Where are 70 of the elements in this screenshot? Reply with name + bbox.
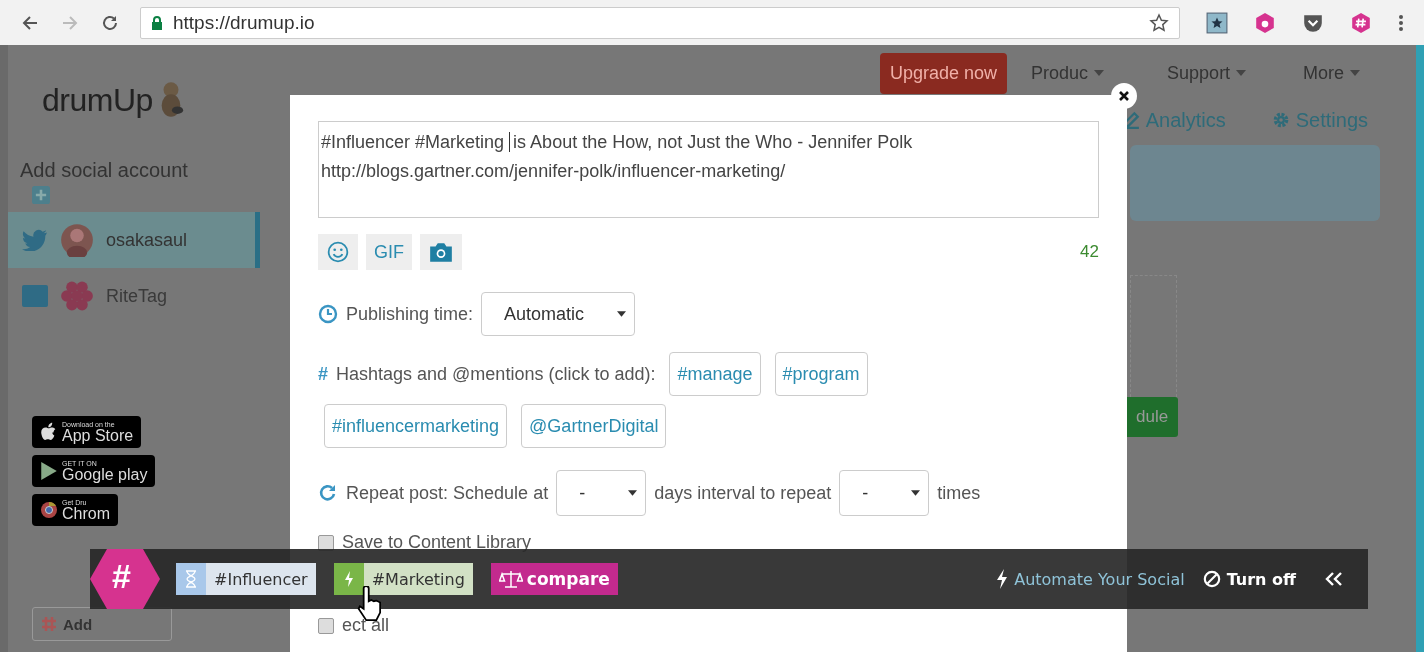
caret-icon	[1350, 70, 1361, 76]
star-icon[interactable]	[1149, 12, 1169, 33]
hashtags-label: Hashtags and @mentions (click to add):	[336, 363, 656, 385]
hashtag-icon: #	[318, 363, 328, 385]
smiley-icon	[327, 241, 349, 263]
repeat-post-label: Repeat post: Schedule at	[346, 482, 549, 504]
caret-icon	[911, 490, 921, 496]
clock-icon	[318, 304, 338, 324]
url-text: https://drumup.io	[173, 11, 316, 34]
logo-hash: #	[112, 557, 131, 596]
select-all-label: ect all	[342, 615, 390, 636]
hashtag-extension-icon[interactable]	[1350, 11, 1372, 34]
character-count: 42	[1080, 242, 1099, 262]
checkbox[interactable]	[318, 617, 334, 634]
post-text-field[interactable]: #Influencer #Marketing is About the How, not Just the Who - Jennifer Polk http://blogs.gartner.com/jennifer-polk/influencer-marketing/	[318, 121, 1099, 218]
lock-icon	[151, 15, 163, 30]
flower-avatar	[60, 279, 94, 313]
interval-label: days interval to repeat	[654, 482, 832, 504]
times-label: times	[937, 482, 981, 504]
hexagon-extension-icon[interactable]	[1254, 11, 1276, 34]
checkbox[interactable]	[318, 534, 334, 551]
block-icon	[1202, 570, 1221, 588]
refresh-icon	[318, 483, 338, 503]
hashtag-chip[interactable]: #Influencer	[176, 563, 316, 595]
hourglass-icon	[185, 570, 197, 588]
hashtag-chip[interactable]: #manage	[669, 352, 761, 396]
interval-select[interactable]: -	[556, 470, 647, 516]
chrome-icon	[40, 500, 58, 520]
lightning-icon	[996, 569, 1009, 589]
collapse-icon[interactable]	[1324, 571, 1344, 587]
hashtag-chip[interactable]: #Marketing	[333, 563, 473, 595]
publishing-time-label: Publishing time:	[346, 303, 474, 325]
nav-menu[interactable]: More	[1303, 62, 1361, 84]
caret-icon	[628, 490, 638, 496]
address-bar[interactable]: https://drumup.io	[140, 6, 1180, 39]
nav-menu[interactable]: Support	[1167, 62, 1304, 84]
logo[interactable]: drumUp	[42, 82, 153, 119]
scales-icon	[498, 570, 523, 588]
apple-icon	[40, 422, 58, 442]
camera-button[interactable]	[420, 234, 462, 270]
upgrade-button[interactable]: Upgrade now	[880, 52, 1008, 94]
caret-icon	[1094, 70, 1105, 76]
menu-icon[interactable]	[1398, 12, 1404, 33]
emoji-button[interactable]	[318, 234, 358, 270]
play-icon	[40, 461, 58, 481]
lightning-icon	[342, 570, 355, 588]
bookmark-extension-icon[interactable]	[1206, 11, 1228, 34]
turn-off-button[interactable]: Turn off	[1202, 569, 1296, 589]
hashtag-chip[interactable]: #influencermarketing	[324, 404, 508, 448]
camera-icon	[428, 241, 454, 263]
close-icon	[1118, 90, 1130, 102]
compare-button[interactable]: compare	[490, 563, 618, 595]
hashtag-chip[interactable]: @GartnerDigital	[521, 404, 667, 448]
repeat-count-select[interactable]: -	[839, 470, 930, 516]
account-item[interactable]: RiteTag	[8, 268, 260, 324]
hash-icon	[41, 616, 57, 632]
caret-icon	[617, 311, 627, 317]
publishing-time-select[interactable]: Automatic	[481, 292, 636, 336]
automate-link[interactable]: Automate Your Social	[996, 569, 1185, 589]
bird-icon	[22, 229, 48, 251]
gif-button[interactable]: GIF	[366, 234, 412, 270]
hashtag-chip[interactable]: #program	[774, 352, 868, 396]
account-item[interactable]: osakasaul	[8, 212, 260, 268]
settings-icon	[1271, 111, 1290, 129]
caret-icon	[1236, 70, 1247, 76]
nav-menu[interactable]: Produc	[1031, 62, 1168, 84]
avatar	[60, 223, 94, 257]
save-library-label: Save to Content Library	[342, 532, 532, 553]
hexagon-logo	[90, 546, 160, 612]
add-account-label: Add social account	[20, 159, 189, 182]
